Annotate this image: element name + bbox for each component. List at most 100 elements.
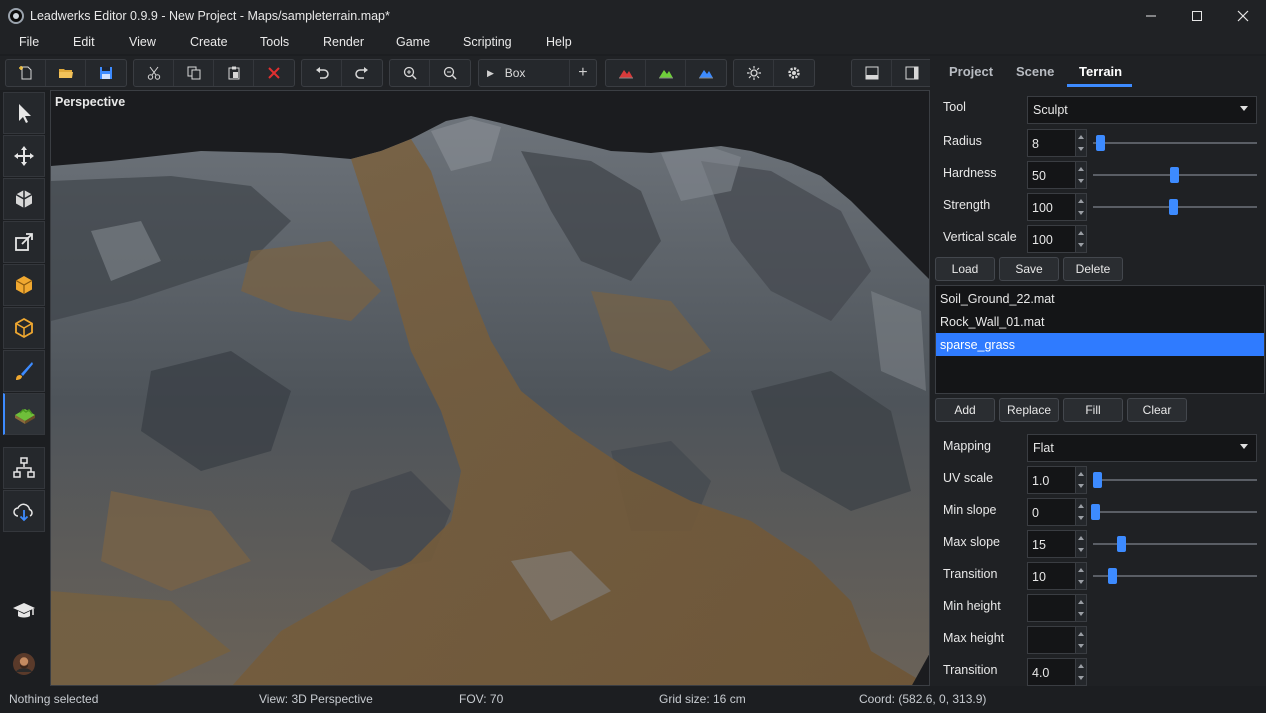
hardness-spinbox[interactable]: 50 [1027,161,1087,189]
graduation-cap-icon[interactable] [3,590,45,632]
menu-tools[interactable]: Tools [260,35,289,49]
max-slope-slider-thumb[interactable] [1117,536,1126,552]
tab-scene[interactable]: Scene [1016,64,1054,79]
min-slope-slider-track[interactable] [1093,511,1257,513]
menu-help[interactable]: Help [546,35,572,49]
window-controls [1128,0,1266,32]
chevron-down-icon [1240,106,1248,111]
copy-icon[interactable] [174,60,214,86]
layout-bottom-icon[interactable] [852,60,892,86]
redo-icon[interactable] [342,60,382,86]
spin-arrows[interactable] [1075,531,1086,557]
load-button[interactable]: Load [935,257,995,281]
terrain-panel: Project Scene Terrain Tool Sculpt Radius… [930,56,1266,686]
terrain-blue-icon[interactable] [686,60,726,86]
cut-icon[interactable] [134,60,174,86]
max-height-spinbox[interactable] [1027,626,1087,654]
chevron-down-icon [1240,444,1248,449]
min-slope-slider-thumb[interactable] [1091,504,1100,520]
undo-icon[interactable] [302,60,342,86]
spin-arrows[interactable] [1075,130,1086,156]
spin-arrows[interactable] [1075,162,1086,188]
layout-right-icon[interactable] [892,60,932,86]
tab-project[interactable]: Project [949,64,993,79]
spin-arrows[interactable] [1075,563,1086,589]
spin-arrows[interactable] [1075,194,1086,220]
user-avatar-icon[interactable] [3,643,45,685]
height-transition-spinbox[interactable]: 4.0 [1027,658,1087,686]
move-icon[interactable] [3,135,45,177]
paste-icon[interactable] [214,60,254,86]
paint-brush-icon[interactable] [3,350,45,392]
cloud-download-icon[interactable] [3,490,45,532]
terrain-red-icon[interactable] [606,60,646,86]
add-material-button[interactable]: Add [935,398,995,422]
delete-icon[interactable] [254,60,294,86]
list-item[interactable]: Soil_Ground_22.mat [936,287,1264,310]
radius-slider-track[interactable] [1093,142,1257,144]
delete-button[interactable]: Delete [1063,257,1123,281]
create-type-selector[interactable]: ▶ Box + [478,59,597,87]
settings-gear-icon[interactable] [774,60,814,86]
transition-spinbox[interactable]: 10 [1027,562,1087,590]
vertex-box-icon[interactable] [3,307,45,349]
spin-arrows[interactable] [1075,659,1086,685]
spin-arrows[interactable] [1075,627,1086,653]
strength-slider-thumb[interactable] [1169,199,1178,215]
save-icon[interactable] [86,60,126,86]
rotate-icon[interactable] [3,178,45,220]
menu-game[interactable]: Game [396,35,430,49]
menu-render[interactable]: Render [323,35,364,49]
menu-edit[interactable]: Edit [73,35,95,49]
hardness-slider-thumb[interactable] [1170,167,1179,183]
menu-file[interactable]: File [19,35,39,49]
fill-material-button[interactable]: Fill [1063,398,1123,422]
tool-dropdown[interactable]: Sculpt [1027,96,1257,124]
select-arrow-icon[interactable] [3,92,45,134]
light-icon[interactable] [734,60,774,86]
menu-view[interactable]: View [129,35,156,49]
uv-scale-slider-track[interactable] [1093,479,1257,481]
zoom-group [389,59,471,87]
open-folder-icon[interactable] [46,60,86,86]
strength-spinbox[interactable]: 100 [1027,193,1087,221]
list-item[interactable]: Rock_Wall_01.mat [936,310,1264,333]
spin-arrows[interactable] [1075,595,1086,621]
terrain-icon[interactable] [3,393,45,435]
spin-arrows[interactable] [1075,467,1086,493]
radius-slider-thumb[interactable] [1096,135,1105,151]
replace-material-button[interactable]: Replace [999,398,1059,422]
maximize-icon[interactable] [1174,0,1220,32]
uv-scale-slider-thumb[interactable] [1093,472,1102,488]
solid-box-icon[interactable] [3,264,45,306]
close-icon[interactable] [1220,0,1266,32]
menu-scripting[interactable]: Scripting [463,35,512,49]
scale-icon[interactable] [3,221,45,263]
terrain-green-icon[interactable] [646,60,686,86]
strength-value: 100 [1032,201,1053,215]
spin-arrows[interactable] [1075,226,1086,252]
min-height-spinbox[interactable] [1027,594,1087,622]
max-slope-spinbox[interactable]: 15 [1027,530,1087,558]
min-slope-spinbox[interactable]: 0 [1027,498,1087,526]
transition-slider-track[interactable] [1093,575,1257,577]
menu-create[interactable]: Create [190,35,228,49]
list-item-selected[interactable]: sparse_grass [936,333,1264,356]
zoom-out-icon[interactable] [430,60,470,86]
mapping-dropdown[interactable]: Flat [1027,434,1257,462]
perspective-viewport[interactable]: Perspective [50,90,930,686]
minimize-icon[interactable] [1128,0,1174,32]
transition-slider-thumb[interactable] [1108,568,1117,584]
add-icon[interactable]: + [568,60,596,86]
spin-arrows[interactable] [1075,499,1086,525]
save-button[interactable]: Save [999,257,1059,281]
clear-material-button[interactable]: Clear [1127,398,1187,422]
uv-scale-spinbox[interactable]: 1.0 [1027,466,1087,494]
tab-terrain[interactable]: Terrain [1079,64,1122,79]
radius-spinbox[interactable]: 8 [1027,129,1087,157]
hierarchy-icon[interactable] [3,447,45,489]
zoom-in-icon[interactable] [390,60,430,86]
vertical-scale-spinbox[interactable]: 100 [1027,225,1087,253]
active-tab-indicator [1067,84,1132,87]
new-file-icon[interactable] [6,60,46,86]
